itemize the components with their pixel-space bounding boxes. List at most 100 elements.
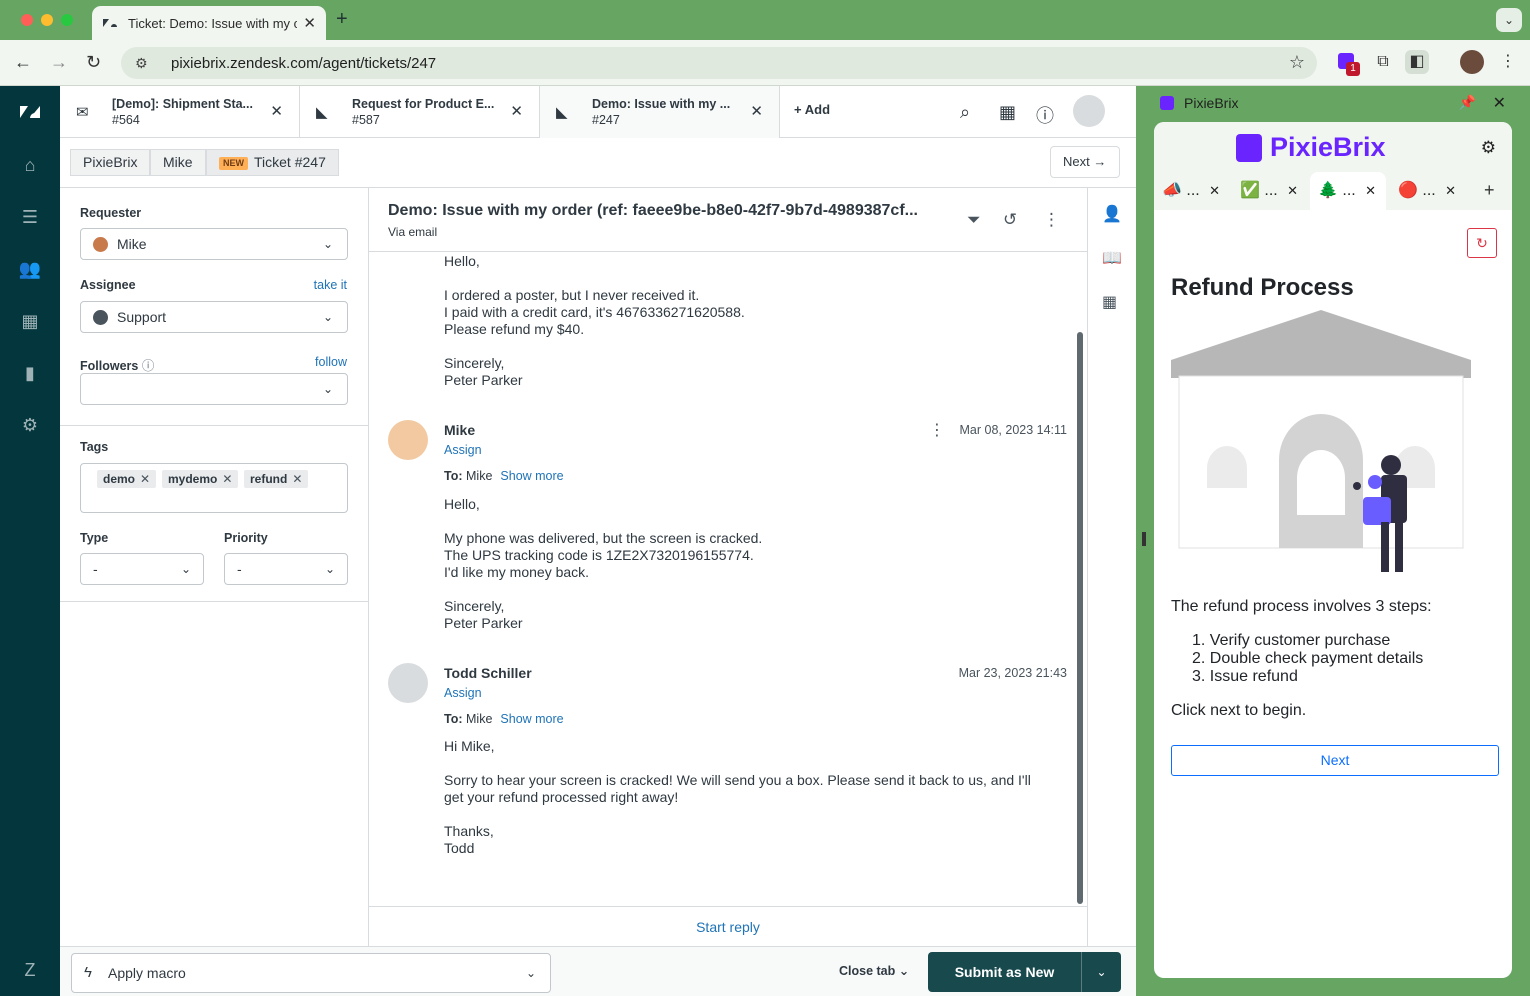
- pixiebrix-extension-icon[interactable]: 1: [1336, 50, 1360, 76]
- pin-icon[interactable]: 📌: [1459, 94, 1476, 111]
- ticket-tab-587[interactable]: ◣ Request for Product E... #587 ✕: [300, 86, 540, 138]
- maximize-window-button[interactable]: [61, 14, 73, 26]
- remove-tag-icon[interactable]: ✕: [222, 472, 232, 486]
- context-panel: 👤 📖 ▦: [1087, 188, 1136, 946]
- followers-select[interactable]: ⌄: [80, 373, 348, 405]
- close-icon[interactable]: ✕: [510, 102, 523, 120]
- customers-icon[interactable]: 👥: [18, 257, 42, 281]
- close-icon[interactable]: ✕: [1365, 172, 1376, 210]
- minimize-window-button[interactable]: [41, 14, 53, 26]
- user-avatar[interactable]: [1073, 95, 1105, 127]
- extensions-puzzle-icon[interactable]: ⧉: [1371, 50, 1395, 74]
- zendesk-products-icon[interactable]: Z: [18, 958, 42, 982]
- close-icon[interactable]: ✕: [750, 102, 763, 120]
- panel-resize-handle[interactable]: [1136, 86, 1152, 996]
- profile-avatar[interactable]: [1460, 50, 1484, 74]
- message-author[interactable]: Mike: [444, 422, 475, 438]
- mail-icon: ✉: [76, 104, 89, 121]
- start-reply-button[interactable]: Start reply: [369, 906, 1087, 946]
- knowledge-icon[interactable]: 📖: [1102, 248, 1122, 268]
- gear-icon[interactable]: ⚙: [1481, 138, 1496, 158]
- followers-text: Followers: [80, 359, 139, 373]
- next-ticket-button[interactable]: Next →: [1050, 146, 1120, 178]
- chevron-down-icon: ⌄: [180, 562, 191, 576]
- tags-input[interactable]: demo ✕ mydemo ✕ refund ✕: [80, 463, 348, 513]
- panel-tab-2[interactable]: ✅ ... ✕: [1232, 172, 1308, 210]
- type-value: -: [93, 561, 98, 577]
- bookmark-star-icon[interactable]: ☆: [1289, 52, 1305, 73]
- close-icon[interactable]: ✕: [1209, 172, 1220, 210]
- back-arrow-icon[interactable]: ←: [14, 52, 32, 73]
- search-icon[interactable]: ⌕: [960, 102, 970, 123]
- assign-link[interactable]: Assign: [444, 443, 482, 457]
- assignee-value: Support: [117, 309, 167, 325]
- reload-icon[interactable]: ↻: [86, 52, 101, 73]
- history-icon[interactable]: ↺: [1003, 210, 1017, 230]
- ticket-subject[interactable]: Demo: Issue with my order (ref: faeee9be…: [388, 202, 948, 220]
- forward-arrow-icon[interactable]: →: [50, 52, 68, 73]
- ticket-tab-title: Request for Product E...: [352, 97, 495, 111]
- zendesk-logo-icon[interactable]: [18, 100, 42, 124]
- panel-tab-3[interactable]: 🌲 ... ✕: [1310, 172, 1386, 210]
- remove-tag-icon[interactable]: ✕: [140, 472, 150, 486]
- submit-button[interactable]: Submit as New: [928, 952, 1081, 992]
- ticket-footer: ϟ Apply macro ⌄ Close tab ⌄ Submit as Ne…: [60, 946, 1136, 996]
- close-icon[interactable]: ✕: [1493, 93, 1506, 113]
- side-panel-icon[interactable]: ◧: [1405, 50, 1429, 74]
- apps-grid-icon[interactable]: ▦: [999, 102, 1016, 123]
- close-icon[interactable]: ✕: [1445, 172, 1456, 210]
- show-more-link[interactable]: Show more: [500, 712, 563, 726]
- type-select[interactable]: - ⌄: [80, 553, 204, 585]
- apps-icon[interactable]: ▦: [1102, 292, 1117, 312]
- close-window-button[interactable]: [21, 14, 33, 26]
- follow-link[interactable]: follow: [315, 355, 347, 369]
- add-tab-button[interactable]: + Add: [794, 102, 830, 117]
- refresh-button[interactable]: ↻: [1467, 228, 1497, 258]
- more-options-icon[interactable]: ⋮: [1043, 210, 1060, 230]
- breadcrumb-ticket[interactable]: NEW Ticket #247: [206, 149, 339, 176]
- scrollbar[interactable]: [1077, 332, 1083, 904]
- requester-select[interactable]: Mike ⌄: [80, 228, 348, 260]
- message-menu-icon[interactable]: ⋮: [929, 420, 945, 440]
- browser-tab-active[interactable]: Ticket: Demo: Issue with my c ✕: [92, 6, 326, 40]
- close-tab-select[interactable]: Close tab ⌄: [839, 963, 909, 978]
- submit-options-button[interactable]: ⌄: [1081, 952, 1121, 992]
- admin-gear-icon[interactable]: ⚙: [18, 413, 42, 437]
- ticket-tab-247[interactable]: ◣ Demo: Issue with my ... #247 ✕: [540, 86, 780, 138]
- show-more-link[interactable]: Show more: [500, 469, 563, 483]
- panel-tab-4[interactable]: 🔴 ... ✕: [1390, 172, 1466, 210]
- pixiebrix-panel-body: PixieBrix ⚙ 📣 ... ✕ ✅ ... ✕ 🌲 ... ✕ 🔴 ... ✕ …: [1154, 122, 1512, 978]
- filter-icon[interactable]: ⏷: [967, 210, 981, 230]
- pixiebrix-header: PixieBrix ⚙ 📣 ... ✕ ✅ ... ✕ 🌲 ... ✕ 🔴 ... ✕ …: [1154, 122, 1512, 210]
- address-bar[interactable]: ⚙ pixiebrix.zendesk.com/agent/tickets/24…: [121, 47, 1317, 79]
- take-it-link[interactable]: take it: [314, 278, 347, 292]
- reporting-icon[interactable]: ▮: [18, 361, 42, 385]
- assignee-select[interactable]: Support ⌄: [80, 301, 348, 333]
- home-icon[interactable]: ⌂: [18, 153, 42, 177]
- add-panel-icon[interactable]: +: [1484, 180, 1495, 201]
- browser-menu-icon[interactable]: ⋮: [1496, 50, 1520, 74]
- panel-tab-1[interactable]: 📣 ... ✕: [1154, 172, 1230, 210]
- priority-select[interactable]: - ⌄: [224, 553, 348, 585]
- tab-search-button[interactable]: ⌄: [1496, 8, 1522, 32]
- assign-link[interactable]: Assign: [444, 686, 482, 700]
- close-icon[interactable]: ✕: [270, 102, 283, 120]
- info-icon[interactable]: ⓘ: [142, 359, 155, 373]
- pixiebrix-side-panel: PixieBrix 📌 ✕ PixieBrix ⚙ 📣 ... ✕ ✅ ... ✕ …: [1152, 86, 1530, 996]
- close-icon[interactable]: ✕: [1287, 172, 1298, 210]
- ticket-tab-564[interactable]: ✉ [Demo]: Shipment Sta... #564 ✕: [60, 86, 300, 138]
- breadcrumb-org[interactable]: PixieBrix: [70, 149, 151, 176]
- views-icon[interactable]: ☰: [18, 205, 42, 229]
- help-icon[interactable]: ⓘ: [1036, 102, 1054, 128]
- remove-tag-icon[interactable]: ✕: [292, 472, 302, 486]
- message-author[interactable]: Todd Schiller: [444, 665, 532, 681]
- close-tab-icon[interactable]: ✕: [303, 14, 316, 32]
- user-icon[interactable]: 👤: [1102, 204, 1122, 224]
- apply-macro-select[interactable]: ϟ Apply macro ⌄: [71, 953, 551, 993]
- refund-illustration: [1171, 310, 1471, 572]
- organizations-icon[interactable]: ▦: [18, 309, 42, 333]
- breadcrumb-user[interactable]: Mike: [150, 149, 206, 176]
- new-tab-button[interactable]: +: [336, 8, 348, 31]
- next-button[interactable]: Next: [1171, 745, 1499, 776]
- site-info-icon[interactable]: ⚙: [135, 55, 155, 72]
